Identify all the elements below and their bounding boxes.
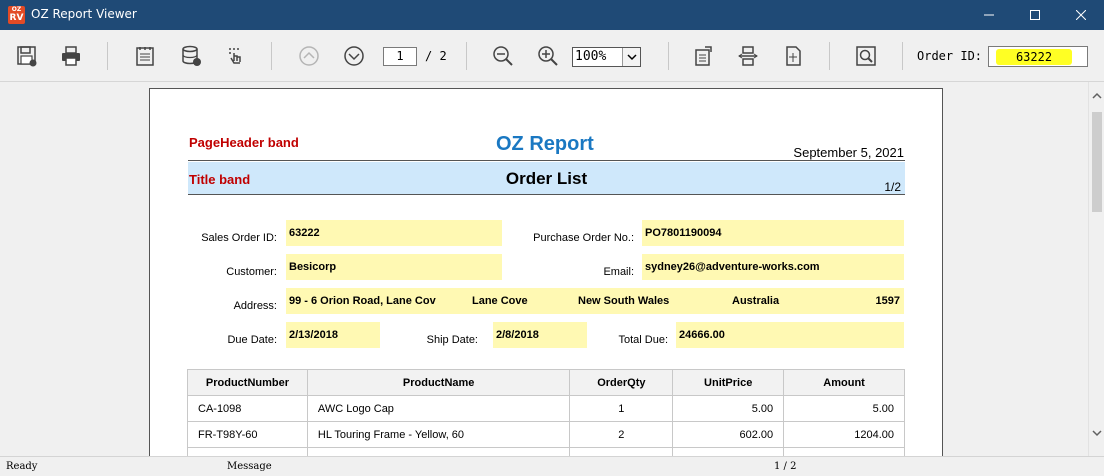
- scroll-down-icon[interactable]: [1089, 426, 1104, 440]
- order-items-table: ProductNumber ProductName OrderQty UnitP…: [187, 369, 905, 456]
- email-label: Email:: [603, 266, 634, 278]
- notepad-icon[interactable]: [131, 42, 159, 70]
- purchase-order-value: PO7801190094: [642, 220, 904, 246]
- maximize-button[interactable]: [1012, 0, 1058, 30]
- address-street: 99 - 6 Orion Road, Lane Cov: [289, 295, 436, 307]
- toolbar-separator: [668, 42, 669, 70]
- toolbar-separator: [107, 42, 108, 70]
- zoom-value: 100%: [575, 49, 607, 64]
- zoom-out-icon[interactable]: [489, 42, 517, 70]
- toolbar: 1 / 2 100% Order ID: 63222: [0, 30, 1104, 82]
- toolbar-separator: [902, 42, 903, 70]
- amount-cell: 1204.00: [783, 421, 905, 448]
- title-band-label: Title band: [189, 172, 251, 187]
- order-id-label: Order ID:: [917, 49, 983, 63]
- address-state: New South Wales: [578, 295, 670, 307]
- table-row: [187, 447, 905, 456]
- amount-cell: 5.00: [783, 395, 905, 422]
- minimize-button[interactable]: [966, 0, 1012, 30]
- column-header: ProductNumber: [187, 369, 308, 396]
- due-date-value: 2/13/2018: [286, 322, 380, 348]
- report-page: PageHeader band OZ Report September 5, 2…: [149, 88, 943, 456]
- order-id-value: 63222: [996, 49, 1072, 65]
- touch-icon[interactable]: [221, 42, 249, 70]
- purchase-order-label: Purchase Order No.:: [533, 232, 634, 244]
- app-icon: OZ RV: [8, 6, 25, 24]
- find-icon[interactable]: [852, 42, 880, 70]
- status-ready: Ready: [6, 461, 38, 472]
- fit-width-icon[interactable]: [734, 42, 762, 70]
- current-page-input[interactable]: 1: [383, 47, 417, 66]
- database-icon[interactable]: [177, 42, 205, 70]
- app-icon-bottom-text: RV: [9, 13, 24, 23]
- total-due-value: 24666.00: [676, 322, 904, 348]
- report-title: OZ Report: [496, 133, 594, 155]
- window-title: OZ Report Viewer: [31, 7, 137, 21]
- sales-order-id-value: 63222: [286, 220, 502, 246]
- vertical-scrollbar[interactable]: [1088, 82, 1104, 456]
- address-country: Australia: [732, 295, 780, 307]
- order-qty-cell: 2: [569, 421, 674, 448]
- unit-price-cell: 5.00: [672, 395, 785, 422]
- column-header: UnitPrice: [672, 369, 785, 396]
- due-date-label: Due Date:: [227, 334, 277, 346]
- table-header-row: ProductNumber ProductName OrderQty UnitP…: [187, 369, 905, 396]
- report-date: September 5, 2021: [793, 145, 904, 160]
- total-pages: / 2: [425, 49, 447, 63]
- page-number: 1/2: [884, 180, 901, 194]
- column-header: Amount: [783, 369, 905, 396]
- scroll-up-icon[interactable]: [1089, 88, 1104, 102]
- report-viewer-area[interactable]: PageHeader band OZ Report September 5, 2…: [0, 82, 1088, 456]
- zoom-select[interactable]: 100%: [572, 47, 641, 67]
- title-bar: OZ RV OZ Report Viewer: [0, 0, 1104, 30]
- ship-date-value: 2/8/2018: [493, 322, 587, 348]
- table-row: CA-1098 AWC Logo Cap 1 5.00 5.00: [187, 395, 905, 422]
- ship-date-label: Ship Date:: [426, 334, 478, 346]
- report-heading: Order List: [505, 169, 588, 188]
- status-message: Message: [227, 461, 272, 472]
- order-id-input[interactable]: 63222: [988, 46, 1088, 67]
- page-header-band-label: PageHeader band: [189, 135, 299, 150]
- customer-value: Besicorp: [286, 254, 502, 280]
- zoom-in-icon[interactable]: [534, 42, 562, 70]
- title-band: Order List 1/2: [188, 162, 905, 195]
- address-row: 99 - 6 Orion Road, Lane Cov Lane Cove Ne…: [286, 288, 904, 314]
- address-city: Lane Cove: [472, 295, 528, 307]
- product-name-cell: HL Touring Frame - Yellow, 60: [306, 421, 571, 448]
- column-header: ProductName: [306, 369, 571, 396]
- sales-order-id-label: Sales Order ID:: [201, 232, 277, 244]
- address-label: Address:: [233, 300, 277, 312]
- email-value: sydney26@adventure-works.com: [642, 254, 904, 280]
- scrollbar-thumb[interactable]: [1092, 112, 1102, 212]
- prev-page-icon[interactable]: [295, 42, 323, 70]
- close-button[interactable]: [1058, 0, 1104, 30]
- address-postal: 1597: [875, 295, 900, 307]
- table-row: FR-T98Y-60 HL Touring Frame - Yellow, 60…: [187, 421, 905, 448]
- toolbar-separator: [271, 42, 272, 70]
- total-due-label: Total Due:: [618, 334, 668, 346]
- export-icon[interactable]: [689, 42, 717, 70]
- chevron-down-icon[interactable]: [622, 48, 640, 66]
- fit-page-icon[interactable]: [779, 42, 807, 70]
- print-icon[interactable]: [57, 42, 85, 70]
- product-number-cell: FR-T98Y-60: [187, 421, 308, 448]
- unit-price-cell: 602.00: [672, 421, 785, 448]
- header-divider: [188, 160, 905, 161]
- toolbar-separator: [466, 42, 467, 70]
- toolbar-separator: [829, 42, 830, 70]
- status-bar: Ready Message 1 / 2: [0, 456, 1104, 476]
- column-header: OrderQty: [569, 369, 674, 396]
- order-qty-cell: 1: [569, 395, 674, 422]
- status-page: 1 / 2: [774, 461, 797, 472]
- product-name-cell: AWC Logo Cap: [306, 395, 571, 422]
- save-icon[interactable]: [13, 42, 41, 70]
- product-number-cell: CA-1098: [187, 395, 308, 422]
- customer-label: Customer:: [226, 266, 277, 278]
- next-page-icon[interactable]: [340, 42, 368, 70]
